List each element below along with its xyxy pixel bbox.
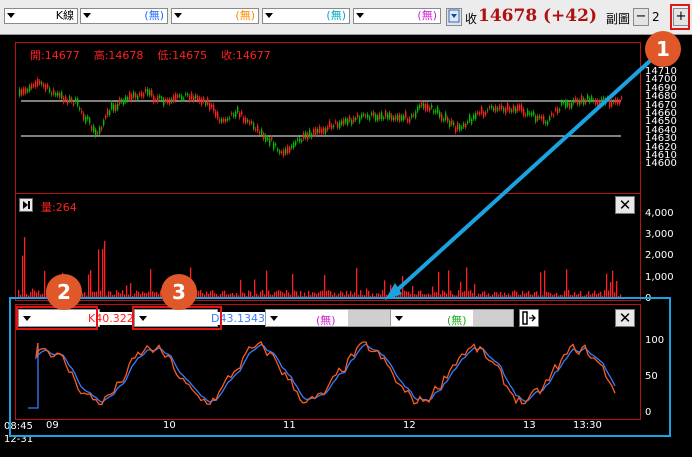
- highlight-k-box: [16, 306, 98, 330]
- callout-1: 1: [645, 31, 681, 67]
- callout-2: 2: [46, 274, 82, 310]
- annotation-arrow: [385, 58, 653, 300]
- callout-3: 3: [161, 274, 197, 310]
